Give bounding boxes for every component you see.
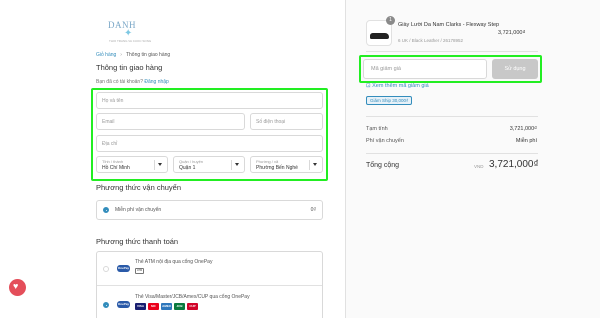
chevron-down-icon (313, 163, 317, 166)
payment-method-title: Phương thức thanh toán (96, 237, 179, 246)
shipping-info-title: Thông tin giao hàng (96, 63, 163, 72)
total-label: Tổng cộng (366, 162, 400, 169)
select-divider (231, 160, 232, 170)
currency-code: VND (474, 164, 484, 169)
payment-divider (97, 285, 322, 286)
heart-icon: ♥ (13, 281, 19, 291)
store-logo[interactable]: DANH ✦ THOI TRANG VA CUOC SONG (108, 20, 151, 44)
shipping-radio[interactable] (103, 207, 109, 213)
full-name-placeholder: Họ và tên (102, 98, 124, 104)
more-discounts-link[interactable]: ⊡ Xem thêm mã giảm giá (366, 83, 429, 89)
breadcrumb-cart-link[interactable]: Giỏ hàng (96, 52, 116, 58)
discount-placeholder: Mã giảm giá (371, 66, 401, 72)
visa-icon: VISA (135, 303, 146, 310)
email-input[interactable]: Email (96, 113, 245, 130)
shipping-option[interactable]: Miễn phí vận chuyển 0₫ (96, 200, 323, 220)
more-discounts-label: Xem thêm mã giảm giá (372, 83, 429, 89)
product-name: Giày Lười Da Nam Clarks - Flexway Step (398, 22, 500, 28)
chevron-down-icon (158, 163, 162, 166)
payment-radio-card[interactable] (103, 302, 109, 308)
jcb-icon: JCB (174, 303, 185, 310)
province-label: Tỉnh / thành (102, 159, 124, 164)
product-price: 3,721,000₫ (498, 30, 526, 36)
ward-label: Phường / xã (256, 159, 279, 164)
payment-radio-atm[interactable] (103, 266, 109, 272)
shipping-fee-value: Miễn phí (515, 138, 537, 144)
apply-discount-button[interactable]: Sử dụng (492, 59, 538, 79)
province-select[interactable]: Tỉnh / thành Hồ Chí Minh (96, 156, 168, 173)
district-select[interactable]: Quận / huyện Quận 1 (173, 156, 245, 173)
order-summary (345, 0, 600, 318)
full-name-input[interactable]: Họ và tên (96, 92, 323, 109)
phone-placeholder: Số điện thoại (256, 119, 286, 125)
onepay-logo-icon: OnePay (117, 265, 130, 272)
total-value: 3,721,000₫ (489, 159, 539, 170)
onepay-logo-icon: OnePay (117, 301, 130, 308)
subtotal-label: Tạm tính (366, 126, 388, 132)
breadcrumb-current: Thông tin giao hàng (125, 52, 171, 58)
shipping-option-price: 0₫ (310, 207, 316, 213)
summary-divider (366, 116, 538, 117)
summary-divider (366, 153, 538, 154)
district-label: Quận / huyện (179, 159, 204, 164)
breadcrumb: Giỏ hàng › Thông tin giao hàng (96, 52, 170, 58)
address-placeholder: Địa chỉ (102, 141, 118, 147)
subtotal-value: 3,721,000₫ (509, 126, 537, 132)
select-divider (154, 160, 155, 170)
select-divider (309, 160, 310, 170)
shoe-image (370, 33, 389, 39)
summary-divider (366, 51, 538, 52)
atm-card-icon: ATM (135, 268, 144, 274)
district-value: Quận 1 (179, 165, 196, 171)
shipping-option-label: Miễn phí vận chuyển (115, 207, 162, 213)
discount-code-input[interactable]: Mã giảm giá (363, 59, 487, 79)
mastercard-icon: MC (148, 303, 159, 310)
login-link[interactable]: Đăng nhập (144, 79, 168, 85)
amex-icon: AMEX (161, 303, 172, 310)
chevron-down-icon (235, 163, 239, 166)
checkout-main: DANH ✦ THOI TRANG VA CUOC SONG Giỏ hàng ›… (0, 0, 345, 318)
shipping-fee-label: Phí vận chuyển (366, 138, 404, 144)
shipping-method-title: Phương thức vận chuyển (96, 183, 182, 192)
phone-input[interactable]: Số điện thoại (250, 113, 323, 130)
payment-option-atm-label: Thẻ ATM nội địa qua cổng OnePay (135, 259, 213, 265)
logo-tagline: THOI TRANG VA CUOC SONG (109, 39, 152, 43)
discount-tag[interactable]: Giảm Ship 30,000₫ (366, 96, 413, 105)
address-input[interactable]: Địa chỉ (96, 135, 323, 152)
province-value: Hồ Chí Minh (102, 165, 130, 171)
unionpay-icon: CUP (187, 303, 198, 310)
quantity-badge: 1 (386, 16, 395, 25)
product-variant: 6 UK / Black Leather / 26178952 (398, 38, 464, 43)
payment-option-card-label: Thẻ Visa/Master/JCB/Amex/CUP qua cổng On… (135, 294, 250, 300)
ward-select[interactable]: Phường / xã Phường Bến Nghé (250, 156, 323, 173)
email-placeholder: Email (102, 119, 115, 125)
chevron-right-icon: › (120, 52, 122, 58)
payment-options: OnePay Thẻ ATM nội địa qua cổng OnePay A… (96, 251, 323, 318)
account-prompt-text: Bạn đã có tài khoản? (96, 79, 143, 85)
account-prompt: Bạn đã có tài khoản? Đăng nhập (96, 79, 169, 85)
favorite-button[interactable]: ♥ (9, 279, 26, 296)
star-icon: ✦ (124, 28, 133, 39)
tag-icon: ⊡ (366, 83, 371, 89)
ward-value: Phường Bến Nghé (256, 165, 298, 171)
